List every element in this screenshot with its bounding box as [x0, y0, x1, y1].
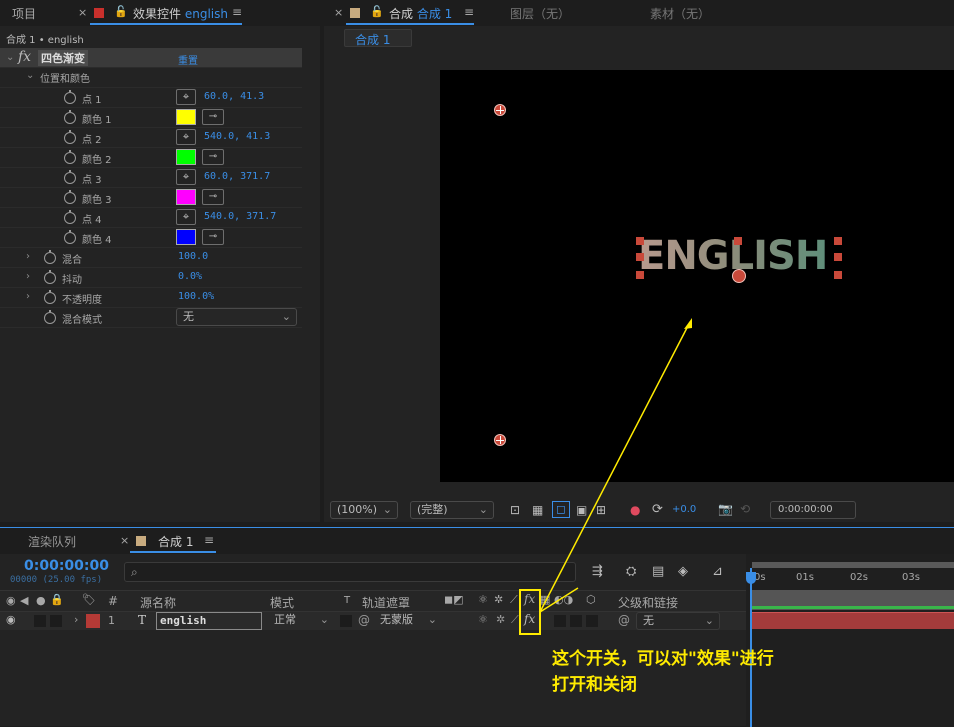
annotation-line-1: 这个开关，可以对"效果"进行	[552, 649, 774, 669]
annotation-arrow	[539, 318, 692, 613]
annotation-arrowhead	[684, 318, 692, 329]
annotation-caption: 这个开关，可以对"效果"进行 打开和关闭	[552, 646, 774, 698]
annotation-arrow-line-a	[539, 321, 691, 613]
annotation-line-2: 打开和关闭	[552, 675, 637, 695]
